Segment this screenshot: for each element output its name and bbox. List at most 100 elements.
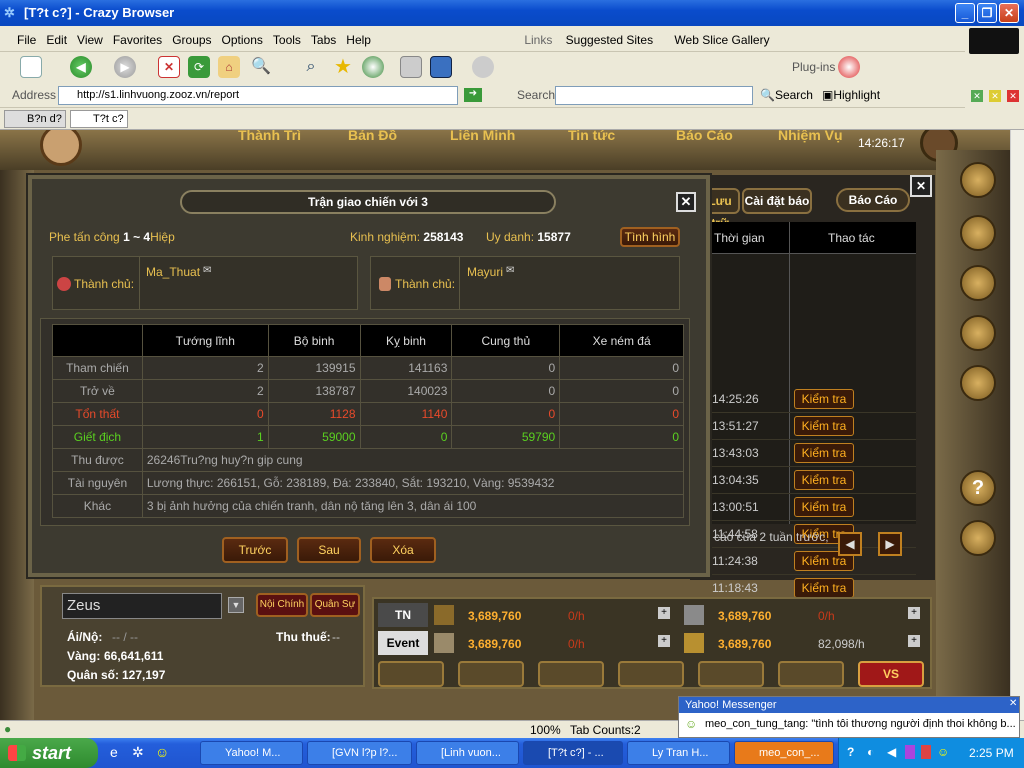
- gold-ingot-icon[interactable]: [960, 162, 996, 198]
- dialog-close-button[interactable]: ✕: [676, 192, 696, 212]
- nav-castle[interactable]: Thành Trì: [238, 130, 301, 143]
- tab-map[interactable]: B?n d?: [4, 110, 66, 128]
- help-tray-icon[interactable]: ?: [847, 745, 854, 759]
- yahoo-tray-icon[interactable]: ☺: [937, 745, 949, 759]
- red-close-icon[interactable]: ✕: [1007, 90, 1019, 102]
- auction-hammer-icon[interactable]: [960, 315, 996, 351]
- browser-quick-icon[interactable]: ✲: [132, 744, 144, 761]
- attacker-name[interactable]: Ma_Thuat: [146, 265, 200, 279]
- mail-icon[interactable]: ✉: [506, 265, 514, 276]
- home-icon[interactable]: ⌂: [218, 56, 240, 78]
- previous-button[interactable]: Trước: [222, 537, 288, 563]
- nav-quest[interactable]: Nhiệm Vụ: [778, 130, 843, 143]
- network-tray-icon[interactable]: ◐: [867, 745, 874, 759]
- delete-button[interactable]: Xóa: [370, 537, 436, 563]
- green-close-icon[interactable]: ✕: [971, 90, 983, 102]
- task-yahoo[interactable]: Yahoo! M...: [200, 741, 303, 765]
- prev-page-button[interactable]: ◀: [838, 532, 862, 556]
- next-page-button[interactable]: ▶: [878, 532, 902, 556]
- vs-icon[interactable]: VS: [858, 661, 924, 687]
- tab-event[interactable]: Event: [378, 631, 428, 655]
- task-tat-ca[interactable]: [T?t c?] - ...: [523, 741, 623, 765]
- menu-tabs[interactable]: Tabs: [306, 33, 341, 47]
- nav-alliance[interactable]: Liên Minh: [450, 130, 515, 143]
- url-input[interactable]: http://s1.linhvuong.zooz.vn/report: [58, 86, 458, 105]
- nav-map[interactable]: Bản Đồ: [348, 130, 397, 143]
- tab-all[interactable]: T?t c?: [70, 110, 128, 128]
- mail-icon[interactable]: ✉: [203, 265, 211, 276]
- menu-view[interactable]: View: [72, 33, 108, 47]
- app2-tray-icon[interactable]: [921, 745, 931, 759]
- next-button[interactable]: Sau: [297, 537, 361, 563]
- treasure-hand-icon[interactable]: [960, 365, 996, 401]
- building-icon[interactable]: [538, 661, 604, 687]
- nav-report[interactable]: Báo Cáo: [676, 130, 733, 143]
- sound-tray-icon[interactable]: ◀: [887, 745, 896, 759]
- history-icon[interactable]: [362, 56, 384, 78]
- yellow-close-icon[interactable]: ✕: [989, 90, 1001, 102]
- check-button[interactable]: Kiểm tra: [794, 389, 854, 409]
- add-res1-icon[interactable]: +: [658, 607, 670, 619]
- menu-groups[interactable]: Groups: [167, 33, 216, 47]
- app-tray-icon[interactable]: [905, 745, 915, 759]
- report-panel-close-button[interactable]: ✕: [910, 175, 932, 197]
- add-res4-icon[interactable]: +: [908, 635, 920, 647]
- check-button[interactable]: Kiểm tra: [794, 497, 854, 517]
- menu-tools[interactable]: Tools: [268, 33, 306, 47]
- task-ly-tran[interactable]: Ly Tran H...: [627, 741, 730, 765]
- check-button[interactable]: Kiểm tra: [794, 416, 854, 436]
- yahoo-quick-icon[interactable]: ☺: [155, 744, 169, 760]
- scroll-icon[interactable]: [458, 661, 524, 687]
- tab-tn[interactable]: TN: [378, 603, 428, 627]
- defender-name[interactable]: Mayuri: [467, 265, 503, 279]
- check-button[interactable]: Kiểm tra: [794, 578, 854, 598]
- task-linh-vuong[interactable]: [Linh vuon...: [416, 741, 519, 765]
- link-web-slice-gallery[interactable]: Web Slice Gallery: [669, 33, 774, 47]
- menu-favorites[interactable]: Favorites: [108, 33, 167, 47]
- cart-icon[interactable]: [960, 215, 996, 251]
- restore-button[interactable]: ❐: [977, 3, 997, 23]
- close-window-button[interactable]: ✕: [999, 3, 1019, 23]
- check-button[interactable]: Kiểm tra: [794, 443, 854, 463]
- ie-icon[interactable]: e: [110, 744, 118, 760]
- back-icon[interactable]: ◀: [70, 56, 92, 78]
- task-gvn[interactable]: [GVN l?p l?...: [307, 741, 412, 765]
- search-icon[interactable]: ⌕: [300, 56, 322, 78]
- search-input[interactable]: [555, 86, 753, 105]
- menu-file[interactable]: File: [12, 33, 41, 47]
- character-icon[interactable]: [960, 520, 996, 556]
- stop-icon[interactable]: ✕: [158, 56, 180, 78]
- link-suggested-sites[interactable]: Suggested Sites: [561, 33, 658, 47]
- window-icon[interactable]: [430, 56, 452, 78]
- favorites-star-icon[interactable]: ★: [332, 56, 354, 78]
- forward-icon[interactable]: ▶: [114, 56, 136, 78]
- highlight-button[interactable]: ▣Highlight: [822, 88, 880, 102]
- add-res3-icon[interactable]: +: [658, 635, 670, 647]
- rss-icon[interactable]: [472, 56, 494, 78]
- status-button[interactable]: Tình hình: [620, 227, 680, 247]
- plugin-icon[interactable]: [838, 56, 860, 78]
- yahoo-popup-close[interactable]: ✕: [1009, 698, 1017, 709]
- add-res2-icon[interactable]: +: [908, 607, 920, 619]
- page-scrollbar[interactable]: [1010, 130, 1024, 720]
- go-icon[interactable]: ➜: [464, 88, 482, 102]
- nav-news[interactable]: Tin tức: [568, 130, 615, 143]
- shop-cart-icon[interactable]: [778, 661, 844, 687]
- zoom-icon[interactable]: 🔍: [250, 56, 272, 78]
- report-settings-button[interactable]: Cài đặt báo: [742, 188, 812, 214]
- menu-options[interactable]: Options: [217, 33, 268, 47]
- gold-bowl-icon[interactable]: [698, 661, 764, 687]
- task-meo-con[interactable]: meo_con_...: [734, 741, 834, 765]
- minimize-button[interactable]: _: [955, 3, 975, 23]
- help-icon[interactable]: ?: [960, 470, 996, 506]
- check-button[interactable]: Kiểm tra: [794, 470, 854, 490]
- search-button[interactable]: 🔍Search: [760, 88, 813, 102]
- general-icon[interactable]: [378, 661, 444, 687]
- menu-help[interactable]: Help: [341, 33, 376, 47]
- internal-affairs-button[interactable]: Nội Chính: [256, 593, 308, 617]
- zoom-level[interactable]: 100%: [530, 723, 561, 737]
- new-page-icon[interactable]: [20, 56, 42, 78]
- player-dropdown-icon[interactable]: ▼: [228, 597, 244, 613]
- gift-icon[interactable]: [618, 661, 684, 687]
- yahoo-messenger-popup[interactable]: Yahoo! Messenger ✕ ☺ meo_con_tung_tang: …: [678, 696, 1020, 738]
